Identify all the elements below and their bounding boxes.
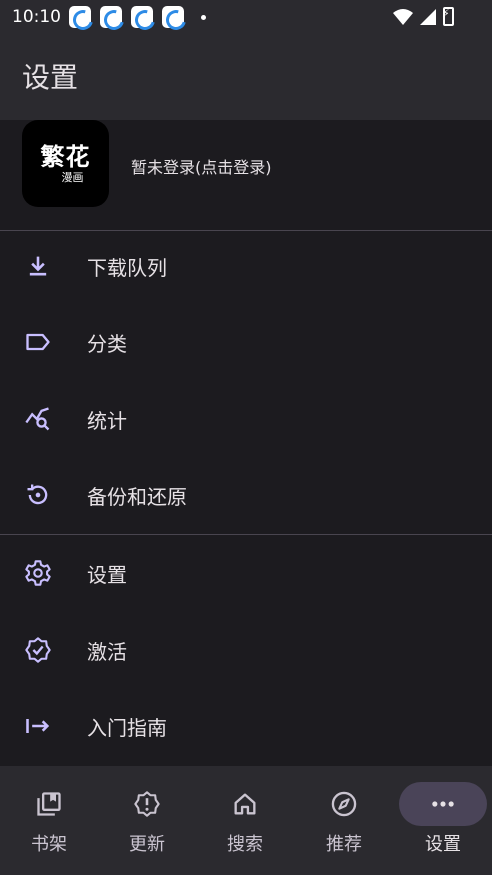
app-logo: 繁花 漫画 [22,120,109,207]
menu-item-label: 下载队列 [87,255,167,280]
bookshelf-icon [35,790,63,818]
menu-item-categories[interactable]: 分类 [0,304,492,380]
app-notification-icon [162,6,184,28]
more-notifications-dot-icon [201,14,206,20]
nav-item-label: 搜索 [227,834,263,855]
status-bar: 10:10 [0,0,492,34]
menu-item-getting-started[interactable]: 入门指南 [0,688,492,764]
menu-item-label: 统计 [87,408,127,433]
nav-item-label: 书架 [31,834,67,855]
query-stats-icon [23,404,53,434]
label-icon [23,327,53,357]
battery-charging-icon [442,7,454,26]
logo-text-main: 繁花 [40,141,91,171]
page-title: 设置 [22,61,79,94]
compass-icon [330,790,358,818]
app-notification-icon [100,6,122,28]
app-notification-icon [131,6,153,28]
backup-restore-icon [23,480,53,510]
menu-item-label: 备份和还原 [87,484,187,509]
menu-item-label: 分类 [87,331,127,356]
bottom-navigation: 书架 更新 搜索 推荐 设置 [0,766,492,875]
menu-item-backup-restore[interactable]: 备份和还原 [0,457,492,533]
nav-item-label: 设置 [425,834,461,855]
app-notification-icon [69,6,91,28]
wifi-icon [393,8,413,25]
logo-text-sub: 漫画 [61,170,84,184]
account-row[interactable]: 繁花 漫画 暂未登录(点击登录) [0,120,492,230]
nav-item-label: 推荐 [326,834,362,855]
nav-item-bookshelf[interactable]: 书架 [0,766,98,875]
gear-icon [23,558,53,588]
more-horizontal-icon [429,790,457,818]
verified-badge-icon [23,635,53,665]
login-prompt[interactable]: 暂未登录(点击登录) [131,154,272,178]
nav-item-settings[interactable]: 设置 [394,766,492,875]
menu-item-label: 设置 [87,562,127,587]
nav-item-updates[interactable]: 更新 [98,766,196,875]
home-icon [231,790,259,818]
menu-item-download-queue[interactable]: 下载队列 [0,228,492,304]
menu-item-label: 入门指南 [87,715,167,740]
menu-item-settings[interactable]: 设置 [0,535,492,611]
menu-item-activate[interactable]: 激活 [0,612,492,688]
download-icon [23,251,53,281]
new-releases-icon [133,790,161,818]
nav-item-search[interactable]: 搜索 [196,766,294,875]
menu-item-statistics[interactable]: 统计 [0,381,492,457]
arrow-right-to-line-icon [23,711,53,741]
signal-icon [420,8,436,25]
app-bar: 设置 [0,34,492,120]
nav-item-label: 更新 [129,834,165,855]
status-time: 10:10 [12,7,61,27]
menu-item-label: 激活 [87,639,127,664]
nav-item-recommend[interactable]: 推荐 [295,766,393,875]
